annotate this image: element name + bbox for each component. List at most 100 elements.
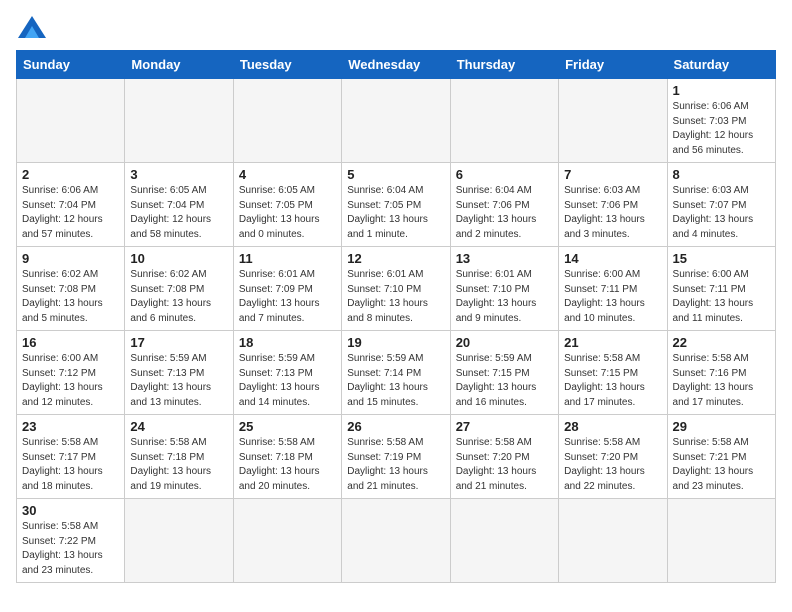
- calendar-cell: 4 Sunrise: 6:05 AM Sunset: 7:05 PM Daylig…: [233, 163, 341, 247]
- calendar-cell: 13Sunrise: 6:01 AM Sunset: 7:10 PM Dayli…: [450, 247, 558, 331]
- calendar-cell: [559, 79, 667, 163]
- day-number: 29: [673, 419, 770, 434]
- calendar-cell: 2Sunrise: 6:06 AM Sunset: 7:04 PM Daylig…: [17, 163, 125, 247]
- day-info: Sunrise: 6:02 AM Sunset: 7:08 PM Dayligh…: [22, 268, 119, 326]
- day-info: Sunrise: 5:59 AM Sunset: 7:14 PM Dayligh…: [347, 352, 444, 410]
- day-info: Sunrise: 5:59 AM Sunset: 7:13 PM Dayligh…: [130, 352, 227, 410]
- calendar-cell: 29 Sunrise: 5:58 AM Sunset: 7:21 PM Dayli…: [667, 415, 775, 499]
- day-info: Sunrise: 5:58 AM Sunset: 7:19 PM Dayligh…: [347, 436, 444, 494]
- day-info: Sunrise: 5:58 AM Sunset: 7:18 PM Dayligh…: [130, 436, 227, 494]
- calendar-cell: [559, 499, 667, 583]
- day-number: 16: [22, 335, 119, 350]
- day-number: 19: [347, 335, 444, 350]
- day-number: 22: [673, 335, 770, 350]
- day-info: Sunrise: 5:58 AM Sunset: 7:22 PM Dayligh…: [22, 520, 119, 578]
- calendar-cell: 23 Sunrise: 5:58 AM Sunset: 7:17 PM Dayli…: [17, 415, 125, 499]
- calendar-cell: 17 Sunrise: 5:59 AM Sunset: 7:13 PM Dayli…: [125, 331, 233, 415]
- day-number: 20: [456, 335, 553, 350]
- calendar-cell: [450, 499, 558, 583]
- day-number: 18: [239, 335, 336, 350]
- day-number: 23: [22, 419, 119, 434]
- day-number: 14: [564, 251, 661, 266]
- day-number: 4: [239, 167, 336, 182]
- day-info: Sunrise: 5:59 AM Sunset: 7:13 PM Dayligh…: [239, 352, 336, 410]
- calendar-cell: 20 Sunrise: 5:59 AM Sunset: 7:15 PM Dayli…: [450, 331, 558, 415]
- calendar-cell: 19 Sunrise: 5:59 AM Sunset: 7:14 PM Dayli…: [342, 331, 450, 415]
- day-number: 5: [347, 167, 444, 182]
- weekday-header-saturday: Saturday: [667, 51, 775, 79]
- day-info: Sunrise: 5:58 AM Sunset: 7:16 PM Dayligh…: [673, 352, 770, 410]
- calendar-cell: 25Sunrise: 5:58 AM Sunset: 7:18 PM Dayli…: [233, 415, 341, 499]
- page-header: [16, 16, 776, 38]
- day-number: 7: [564, 167, 661, 182]
- day-number: 9: [22, 251, 119, 266]
- calendar-cell: [450, 79, 558, 163]
- day-number: 2: [22, 167, 119, 182]
- calendar-cell: [342, 499, 450, 583]
- calendar-cell: 14Sunrise: 6:00 AM Sunset: 7:11 PM Dayli…: [559, 247, 667, 331]
- calendar-cell: 10Sunrise: 6:02 AM Sunset: 7:08 PM Dayli…: [125, 247, 233, 331]
- day-info: Sunrise: 6:01 AM Sunset: 7:10 PM Dayligh…: [456, 268, 553, 326]
- calendar-cell: 12Sunrise: 6:01 AM Sunset: 7:10 PM Dayli…: [342, 247, 450, 331]
- day-number: 28: [564, 419, 661, 434]
- weekday-header-friday: Friday: [559, 51, 667, 79]
- calendar-week-row: 9 Sunrise: 6:02 AM Sunset: 7:08 PM Daylig…: [17, 247, 776, 331]
- day-info: Sunrise: 6:05 AM Sunset: 7:05 PM Dayligh…: [239, 184, 336, 242]
- day-number: 10: [130, 251, 227, 266]
- calendar-cell: 30 Sunrise: 5:58 AM Sunset: 7:22 PM Dayli…: [17, 499, 125, 583]
- day-info: Sunrise: 6:01 AM Sunset: 7:09 PM Dayligh…: [239, 268, 336, 326]
- calendar-cell: [125, 79, 233, 163]
- day-info: Sunrise: 5:58 AM Sunset: 7:21 PM Dayligh…: [673, 436, 770, 494]
- calendar-cell: 1Sunrise: 6:06 AM Sunset: 7:03 PM Daylig…: [667, 79, 775, 163]
- day-number: 24: [130, 419, 227, 434]
- calendar-week-row: 16 Sunrise: 6:00 AM Sunset: 7:12 PM Dayli…: [17, 331, 776, 415]
- calendar-cell: 15 Sunrise: 6:00 AM Sunset: 7:11 PM Dayli…: [667, 247, 775, 331]
- calendar-week-row: 30 Sunrise: 5:58 AM Sunset: 7:22 PM Dayli…: [17, 499, 776, 583]
- day-info: Sunrise: 6:03 AM Sunset: 7:06 PM Dayligh…: [564, 184, 661, 242]
- day-info: Sunrise: 5:59 AM Sunset: 7:15 PM Dayligh…: [456, 352, 553, 410]
- calendar-cell: 9 Sunrise: 6:02 AM Sunset: 7:08 PM Daylig…: [17, 247, 125, 331]
- day-number: 11: [239, 251, 336, 266]
- day-info: Sunrise: 6:04 AM Sunset: 7:05 PM Dayligh…: [347, 184, 444, 242]
- calendar-cell: 6Sunrise: 6:04 AM Sunset: 7:06 PM Daylig…: [450, 163, 558, 247]
- calendar-header: SundayMondayTuesdayWednesdayThursdayFrid…: [17, 51, 776, 79]
- day-number: 25: [239, 419, 336, 434]
- weekday-header-row: SundayMondayTuesdayWednesdayThursdayFrid…: [17, 51, 776, 79]
- calendar-cell: 28 Sunrise: 5:58 AM Sunset: 7:20 PM Dayli…: [559, 415, 667, 499]
- calendar-cell: 18 Sunrise: 5:59 AM Sunset: 7:13 PM Dayli…: [233, 331, 341, 415]
- calendar-cell: 16 Sunrise: 6:00 AM Sunset: 7:12 PM Dayli…: [17, 331, 125, 415]
- weekday-header-wednesday: Wednesday: [342, 51, 450, 79]
- calendar-cell: 21 Sunrise: 5:58 AM Sunset: 7:15 PM Dayli…: [559, 331, 667, 415]
- calendar-cell: [233, 499, 341, 583]
- day-number: 30: [22, 503, 119, 518]
- weekday-header-monday: Monday: [125, 51, 233, 79]
- weekday-header-thursday: Thursday: [450, 51, 558, 79]
- day-info: Sunrise: 6:04 AM Sunset: 7:06 PM Dayligh…: [456, 184, 553, 242]
- calendar-table: SundayMondayTuesdayWednesdayThursdayFrid…: [16, 50, 776, 583]
- weekday-header-sunday: Sunday: [17, 51, 125, 79]
- calendar-cell: 5 Sunrise: 6:04 AM Sunset: 7:05 PM Daylig…: [342, 163, 450, 247]
- logo-icon: [18, 16, 46, 38]
- day-info: Sunrise: 6:00 AM Sunset: 7:11 PM Dayligh…: [673, 268, 770, 326]
- day-info: Sunrise: 5:58 AM Sunset: 7:17 PM Dayligh…: [22, 436, 119, 494]
- calendar-week-row: 23 Sunrise: 5:58 AM Sunset: 7:17 PM Dayli…: [17, 415, 776, 499]
- day-info: Sunrise: 5:58 AM Sunset: 7:15 PM Dayligh…: [564, 352, 661, 410]
- day-info: Sunrise: 6:00 AM Sunset: 7:12 PM Dayligh…: [22, 352, 119, 410]
- day-number: 27: [456, 419, 553, 434]
- calendar-cell: [125, 499, 233, 583]
- calendar-cell: 3Sunrise: 6:05 AM Sunset: 7:04 PM Daylig…: [125, 163, 233, 247]
- calendar-cell: 24 Sunrise: 5:58 AM Sunset: 7:18 PM Dayli…: [125, 415, 233, 499]
- day-info: Sunrise: 6:05 AM Sunset: 7:04 PM Dayligh…: [130, 184, 227, 242]
- calendar-cell: 7 Sunrise: 6:03 AM Sunset: 7:06 PM Daylig…: [559, 163, 667, 247]
- day-number: 17: [130, 335, 227, 350]
- calendar-cell: 27Sunrise: 5:58 AM Sunset: 7:20 PM Dayli…: [450, 415, 558, 499]
- calendar-cell: 8Sunrise: 6:03 AM Sunset: 7:07 PM Daylig…: [667, 163, 775, 247]
- day-number: 15: [673, 251, 770, 266]
- day-number: 8: [673, 167, 770, 182]
- day-number: 21: [564, 335, 661, 350]
- day-info: Sunrise: 5:58 AM Sunset: 7:20 PM Dayligh…: [564, 436, 661, 494]
- day-info: Sunrise: 6:01 AM Sunset: 7:10 PM Dayligh…: [347, 268, 444, 326]
- calendar-cell: 26Sunrise: 5:58 AM Sunset: 7:19 PM Dayli…: [342, 415, 450, 499]
- calendar-week-row: 2Sunrise: 6:06 AM Sunset: 7:04 PM Daylig…: [17, 163, 776, 247]
- calendar-body: 1Sunrise: 6:06 AM Sunset: 7:03 PM Daylig…: [17, 79, 776, 583]
